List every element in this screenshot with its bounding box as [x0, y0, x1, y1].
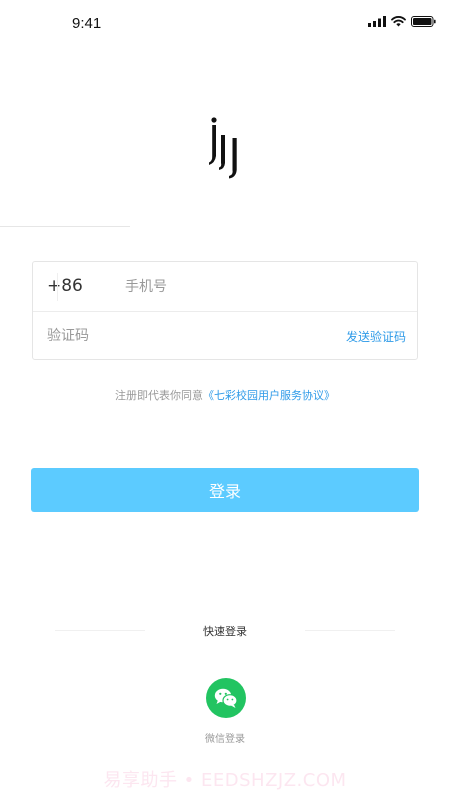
agreement-link[interactable]: 《七彩校园用户服务协议》 [203, 389, 335, 402]
wifi-icon [391, 16, 406, 27]
send-code-button[interactable]: 发送验证码 [346, 328, 406, 345]
login-form: +86 发送验证码 [32, 261, 418, 360]
watermark: 易享助手 • EEDSHZJZ.COM [103, 770, 347, 791]
wechat-login-button[interactable] [206, 678, 246, 718]
status-icons [368, 16, 436, 27]
agreement-text: 注册即代表你同意《七彩校园用户服务协议》 [0, 387, 450, 403]
signal-icon [368, 16, 386, 27]
status-bar: 9:41 [0, 0, 450, 46]
country-code-separator [57, 273, 58, 301]
brand-logo-icon [209, 117, 237, 179]
phone-row: +86 [33, 262, 417, 312]
country-code[interactable]: +86 [47, 276, 83, 296]
wechat-icon [214, 688, 238, 708]
quick-login-title: 快速登录 [203, 625, 247, 638]
verification-code-input[interactable] [47, 321, 287, 351]
wechat-login-label: 微信登录 [205, 734, 245, 745]
agreement-prefix: 注册即代表你同意 [115, 389, 203, 402]
decorative-divider [0, 226, 130, 227]
login-button[interactable]: 登录 [31, 468, 419, 512]
phone-input[interactable] [125, 272, 395, 302]
status-time: 9:41 [72, 15, 102, 32]
code-row: 发送验证码 [33, 311, 417, 360]
battery-icon [411, 16, 436, 27]
